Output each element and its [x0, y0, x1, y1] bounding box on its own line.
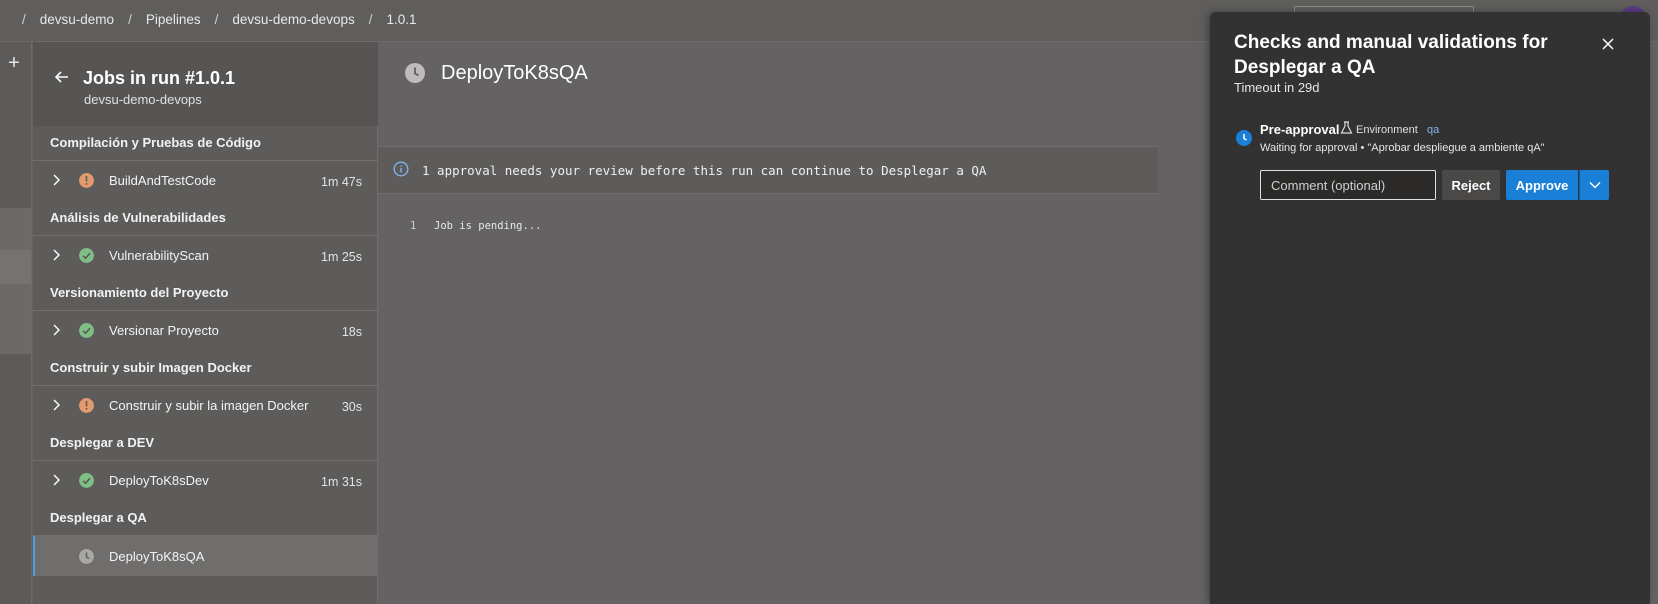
- jobs-title: Jobs in run #1.0.1: [83, 68, 236, 88]
- approval-banner: 1 approval needs your review before this…: [378, 146, 1158, 194]
- timeout-text: Timeout in 29d: [1234, 80, 1320, 95]
- stage-title: Desplegar a DEV: [50, 435, 155, 450]
- breadcrumb-separator: /: [22, 12, 26, 27]
- clock-icon: [1236, 130, 1252, 146]
- approval-panel: Checks and manual validations for Desple…: [1210, 12, 1650, 604]
- job-duration: 1m 31s: [321, 475, 362, 489]
- chevron-right-icon[interactable]: [48, 397, 64, 413]
- breadcrumb-separator: /: [214, 12, 219, 27]
- info-icon: [393, 161, 409, 177]
- rail-item[interactable]: [0, 284, 31, 354]
- job-name: DeployToK8sQA: [109, 549, 205, 564]
- breadcrumb-separator: /: [128, 12, 132, 27]
- job-row-buildandtestcode[interactable]: BuildAndTestCode 1m 47s: [33, 160, 378, 200]
- success-check-icon: [79, 248, 94, 263]
- breadcrumb-pipelines[interactable]: Pipelines: [146, 12, 201, 27]
- job-row-versionar-proyecto[interactable]: Versionar Proyecto 18s: [33, 310, 378, 350]
- back-arrow-icon[interactable]: [51, 66, 73, 88]
- success-check-icon: [79, 323, 94, 338]
- job-details: DeployToK8sQA 1 approval needs your revi…: [378, 42, 1158, 604]
- chevron-right-icon[interactable]: [48, 247, 64, 263]
- close-icon[interactable]: [1598, 34, 1618, 54]
- job-name: DeployToK8sDev: [109, 473, 209, 488]
- environment-icon: [1340, 121, 1353, 134]
- job-header: DeployToK8sQA: [378, 42, 1158, 126]
- approve-button[interactable]: Approve: [1506, 170, 1578, 200]
- job-name: Construir y subir la imagen Docker: [109, 398, 309, 413]
- environment-link[interactable]: qa: [1427, 124, 1439, 136]
- stage-title: Desplegar a QA: [50, 510, 147, 525]
- breadcrumb-run[interactable]: 1.0.1: [386, 12, 416, 27]
- chevron-right-icon[interactable]: [48, 472, 64, 488]
- chevron-right-icon[interactable]: [48, 322, 64, 338]
- environment-label: Environment: [1356, 124, 1418, 136]
- reject-button[interactable]: Reject: [1442, 170, 1500, 200]
- success-check-icon: [79, 473, 94, 488]
- log-line-number: 1: [410, 220, 417, 232]
- log-line-text: Job is pending...: [434, 220, 542, 232]
- job-duration: 1m 47s: [321, 175, 362, 189]
- stage-title: Compilación y Pruebas de Código: [50, 135, 261, 150]
- waiting-text: Waiting for approval • "Aprobar desplieg…: [1260, 142, 1545, 154]
- jobs-subtitle: devsu-demo-devops: [84, 92, 202, 107]
- warning-icon: [79, 173, 94, 188]
- breadcrumb-pipeline[interactable]: devsu-demo-devops: [232, 12, 354, 27]
- breadcrumb: / devsu-demo / Pipelines / devsu-demo-de…: [8, 12, 417, 27]
- job-row-vulnerabilityscan[interactable]: VulnerabilityScan 1m 25s: [33, 235, 378, 275]
- job-title: DeployToK8sQA: [441, 62, 588, 84]
- breadcrumb-project[interactable]: devsu-demo: [40, 12, 114, 27]
- job-duration: 1m 25s: [321, 250, 362, 264]
- job-row-construir-imagen[interactable]: Construir y subir la imagen Docker 30s: [33, 385, 378, 425]
- check-name: Pre-approval: [1260, 122, 1340, 137]
- job-name: VulnerabilityScan: [109, 248, 209, 263]
- stage-title: Análisis de Vulnerabilidades: [50, 210, 226, 225]
- job-row-deploytok8sdev[interactable]: DeployToK8sDev 1m 31s: [33, 460, 378, 500]
- job-name: Versionar Proyecto: [109, 323, 219, 338]
- job-name: BuildAndTestCode: [109, 173, 216, 188]
- warning-icon: [79, 398, 94, 413]
- chevron-right-icon[interactable]: [48, 172, 64, 188]
- stage-title: Versionamiento del Proyecto: [50, 285, 229, 300]
- breadcrumb-separator: /: [368, 12, 373, 27]
- rail-item[interactable]: [0, 250, 31, 284]
- jobs-header: Jobs in run #1.0.1 devsu-demo-devops: [33, 42, 378, 126]
- clock-icon: [79, 549, 94, 564]
- stage-title: Construir y subir Imagen Docker: [50, 360, 252, 375]
- jobs-panel: Jobs in run #1.0.1 devsu-demo-devops Com…: [33, 42, 378, 604]
- rail-item[interactable]: [0, 208, 31, 250]
- comment-input[interactable]: [1260, 170, 1436, 200]
- panel-title: Checks and manual validations for Desple…: [1234, 32, 1548, 78]
- approve-options-button[interactable]: [1579, 170, 1609, 200]
- chevron-down-icon: [1589, 181, 1601, 189]
- job-row-deploytok8sqa[interactable]: DeployToK8sQA: [33, 536, 378, 576]
- left-rail: +: [0, 42, 32, 604]
- job-duration: 30s: [341, 400, 362, 414]
- add-icon[interactable]: +: [3, 52, 25, 74]
- banner-message: 1 approval needs your review before this…: [422, 163, 987, 178]
- clock-icon: [405, 63, 425, 83]
- job-duration: 18s: [341, 325, 362, 339]
